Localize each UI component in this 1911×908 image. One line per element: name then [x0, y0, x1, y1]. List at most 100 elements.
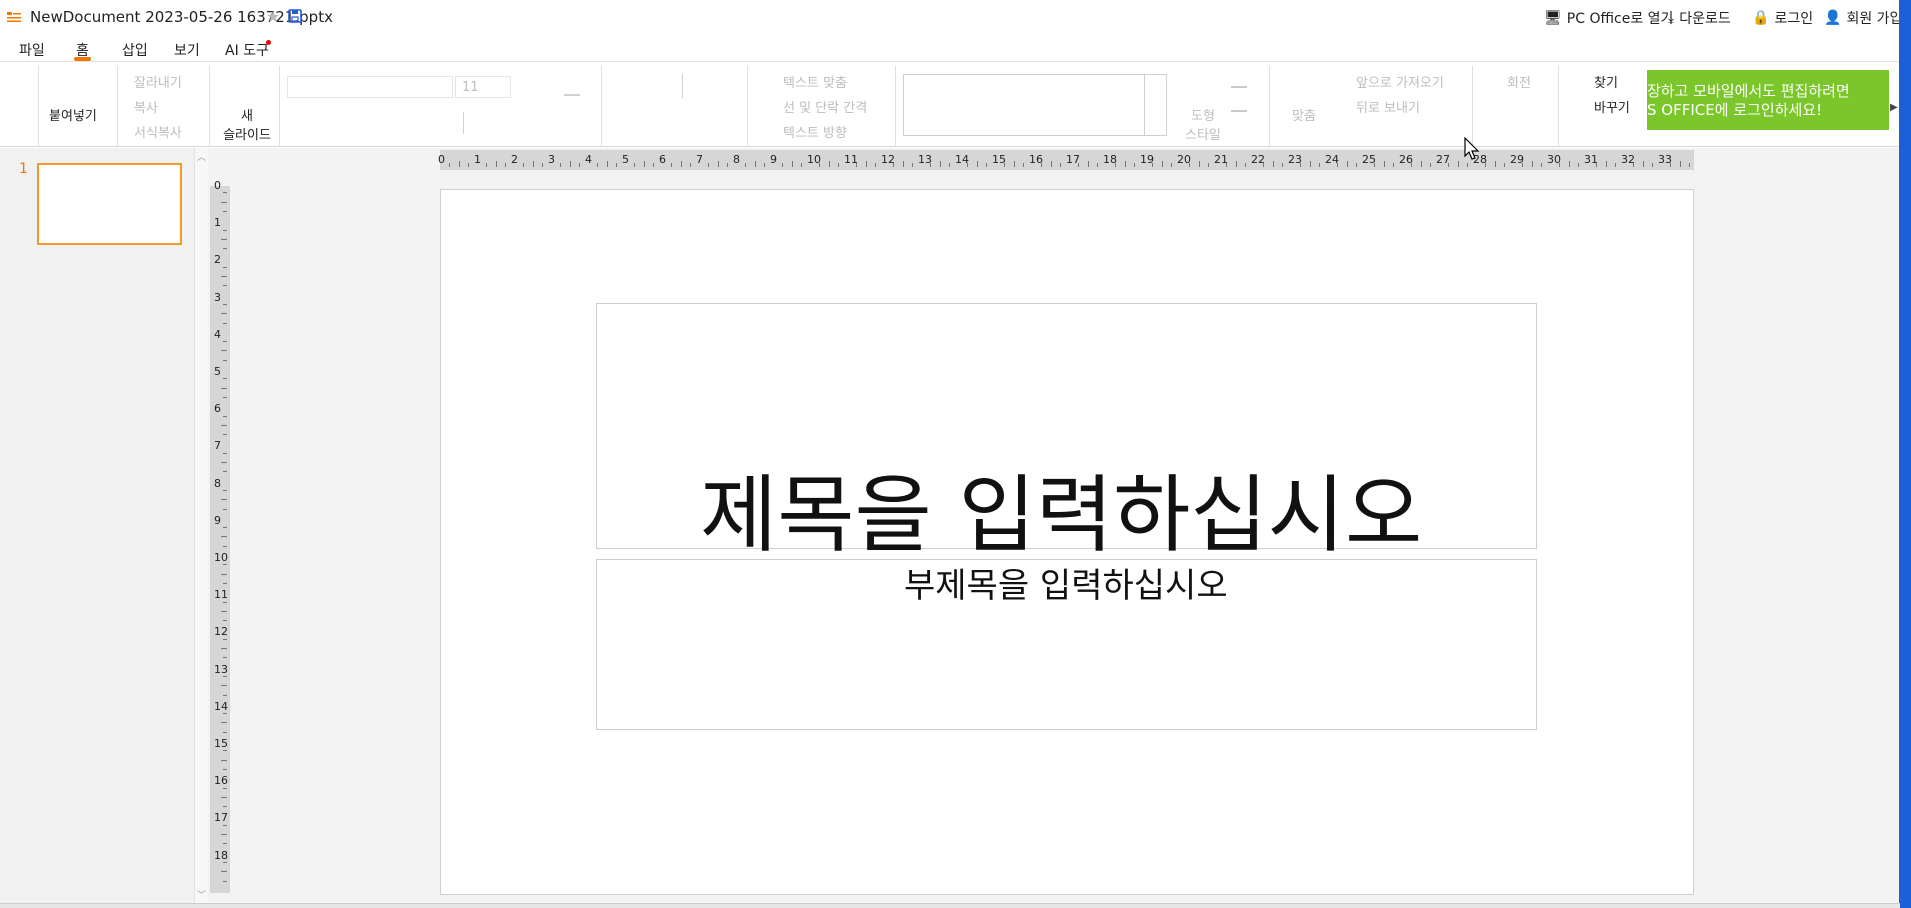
- ruler-tick: [1189, 163, 1191, 167]
- cut-button[interactable]: 잘라내기: [134, 72, 182, 91]
- horizontal-ruler[interactable]: 0 1 2 3 4 5 6 7 8 9 10 11 12 13 14 15 16 17 18 19 20 21 22 23 24…: [438, 150, 1694, 170]
- download-link[interactable]: ⤓ 다운로드: [1668, 8, 1731, 28]
- ruler-tick: [606, 161, 608, 167]
- ruler-tick: [458, 161, 460, 167]
- ruler-tick: [1540, 163, 1542, 167]
- open-pc-office-link[interactable]: 🖥 PC Office로 열기: [1544, 8, 1673, 28]
- gallery-scroll-divider: [1144, 75, 1145, 135]
- ruler-tick: [1022, 163, 1024, 167]
- ruler-tick: [874, 163, 876, 167]
- ruler-tick: [865, 161, 867, 167]
- lock-icon: 🔒: [1752, 10, 1770, 26]
- shape-style-button[interactable]: 도형 스타일: [1185, 105, 1221, 143]
- ruler-tick-label: 14: [214, 699, 228, 713]
- ruler-tick: [597, 163, 599, 167]
- ruler-tick-label: 7: [214, 439, 221, 453]
- find-button[interactable]: 찾기: [1594, 72, 1618, 91]
- font-size-input[interactable]: 11: [455, 76, 511, 98]
- mouse-cursor-icon: [1464, 137, 1480, 160]
- ruler-tick: [828, 161, 830, 167]
- ribbon-scroll-right-icon[interactable]: ▶: [1890, 102, 1898, 113]
- tab-file[interactable]: 파일: [19, 40, 45, 60]
- font-color-swatch[interactable]: [564, 94, 580, 96]
- login-link[interactable]: 🔒 로그인: [1752, 8, 1813, 28]
- copy-button[interactable]: 복사: [134, 97, 158, 116]
- ruler-tick: [223, 452, 227, 454]
- thumbnail-scrollbar[interactable]: ︿ ﹀: [194, 148, 208, 904]
- scroll-down-icon[interactable]: ﹀: [197, 888, 206, 901]
- ruler-tick: [1688, 163, 1690, 167]
- ruler-tick: [223, 620, 227, 622]
- bring-forward-button[interactable]: 앞으로 가져오기: [1356, 72, 1444, 91]
- ruler-tick: [745, 163, 747, 167]
- new-slide-label-2: 슬라이드: [223, 128, 271, 143]
- ruler-tick: [569, 161, 571, 167]
- title-placeholder-text[interactable]: 제목을 입력하십시오: [700, 448, 1422, 569]
- ruler-tick: [837, 163, 839, 167]
- ruler-tick: [1642, 161, 1644, 167]
- new-slide-button[interactable]: 새 슬라이드: [219, 105, 275, 143]
- replace-button[interactable]: 바꾸기: [1594, 97, 1630, 116]
- ruler-tick: [223, 638, 227, 640]
- tab-view[interactable]: 보기: [174, 40, 200, 60]
- ruler-tick: [1374, 163, 1376, 167]
- ruler-tick: [541, 163, 543, 167]
- paste-button[interactable]: 붙여넣기: [49, 105, 97, 124]
- font-name-input[interactable]: [287, 76, 453, 98]
- scroll-up-icon[interactable]: ︿: [197, 150, 206, 163]
- ruler-tick: [643, 161, 645, 167]
- status-bar: [0, 903, 1900, 908]
- ruler-tick: [717, 161, 719, 167]
- shape-outline-swatch[interactable]: [1231, 110, 1247, 112]
- ruler-tick: [634, 163, 636, 167]
- shape-style-gallery[interactable]: [903, 74, 1167, 136]
- new-slide-label-1: 새: [241, 109, 253, 124]
- favorite-star-icon[interactable]: ★: [266, 7, 280, 26]
- ruler-tick: [221, 722, 227, 724]
- ruler-tick: [221, 759, 227, 761]
- ruler-tick: [578, 163, 580, 167]
- ruler-tick: [1170, 163, 1172, 167]
- ruler-tick-label: 5: [214, 365, 221, 378]
- slide-thumbnail[interactable]: [37, 163, 182, 245]
- ruler-tick: [1281, 163, 1283, 167]
- ruler-tick: [1161, 161, 1163, 167]
- rotate-button[interactable]: 회전: [1507, 72, 1531, 91]
- ruler-tick: [223, 192, 227, 194]
- ruler-tick: [1466, 163, 1468, 167]
- text-direction-button[interactable]: 텍스트 방향: [783, 122, 847, 141]
- ruler-tick: [223, 341, 227, 343]
- window-right-edge: [1899, 0, 1911, 908]
- signup-link[interactable]: 👤 회원 가입: [1824, 8, 1902, 28]
- ruler-tick: [221, 536, 227, 538]
- ruler-tick-label: 9: [214, 513, 221, 527]
- format-copy-button[interactable]: 서식복사: [134, 122, 182, 141]
- align-button[interactable]: 맞춤: [1292, 105, 1316, 124]
- ruler-tick: [1124, 161, 1126, 167]
- tab-ai-tools[interactable]: AI 도구: [225, 40, 269, 60]
- line-paragraph-spacing-button[interactable]: 선 및 단락 간격: [783, 97, 867, 116]
- ruler-tick: [221, 350, 227, 352]
- tab-insert[interactable]: 삽입: [122, 40, 148, 60]
- text-fit-button[interactable]: 텍스트 맞춤: [783, 72, 847, 91]
- ruler-tick: [221, 424, 227, 426]
- ruler-tick-label: 2: [511, 153, 518, 166]
- thumbnail-number: 1: [19, 161, 28, 177]
- ruler-tick: [221, 685, 227, 687]
- vertical-ruler[interactable]: 0 1 2 3 4 5 6 7 8 9 10 11 12 13 14 15 16 17 18: [210, 179, 230, 893]
- ruler-tick-label: 18: [214, 848, 228, 862]
- ruler-tick: [902, 161, 904, 167]
- ruler-tick: [223, 731, 227, 733]
- subtitle-placeholder-text[interactable]: 부제목을 입력하십시오: [904, 558, 1228, 607]
- ruler-tick: [221, 387, 227, 389]
- ruler-tick: [1568, 161, 1570, 167]
- ruler-tick: [221, 276, 227, 277]
- ruler-tick-label: 8: [733, 153, 740, 166]
- shape-fill-swatch[interactable]: [1231, 86, 1247, 88]
- login-promo-banner[interactable]: 장하고 모바일에서도 편집하려면 S OFFICE에 로그인하세요!: [1647, 70, 1889, 130]
- ruler-tick: [1337, 163, 1339, 167]
- ruler-tick: [1503, 163, 1505, 167]
- save-icon[interactable]: [288, 9, 302, 23]
- ruler-tick: [223, 303, 227, 305]
- send-backward-button[interactable]: 뒤로 보내기: [1356, 97, 1420, 116]
